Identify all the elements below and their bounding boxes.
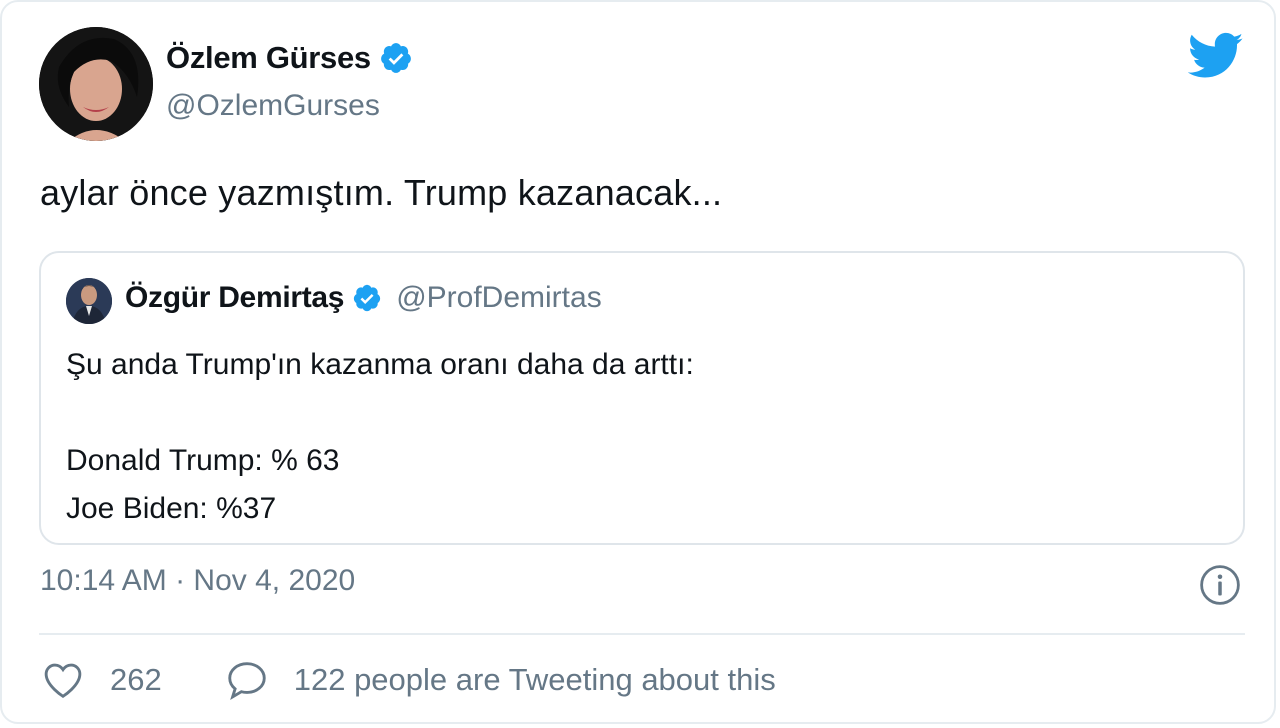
quoted-tweet[interactable]: Özgür Demirtaş @ProfDemirtas Şu anda Tru…: [39, 251, 1245, 545]
tweet-card: Özlem Gürses @OzlemGurses aylar önce yaz…: [0, 0, 1276, 724]
author-name-text[interactable]: Özlem Gürses: [166, 40, 371, 76]
like-action[interactable]: 262: [40, 657, 162, 703]
quoted-author-handle[interactable]: @ProfDemirtas: [396, 281, 602, 315]
quoted-tweet-header: Özgür Demirtaş @ProfDemirtas: [125, 281, 602, 315]
divider: [39, 633, 1245, 635]
heart-icon[interactable]: [40, 657, 86, 703]
verified-badge-icon: [354, 284, 381, 312]
quoted-author-name[interactable]: Özgür Demirtaş: [125, 281, 345, 315]
author-handle[interactable]: @OzlemGurses: [166, 89, 380, 123]
speech-bubble-icon[interactable]: [224, 657, 270, 703]
quoted-author-avatar[interactable]: [66, 278, 112, 324]
engagement-bar: 262 122 people are Tweeting about this: [40, 657, 776, 703]
info-icon[interactable]: [1199, 564, 1241, 606]
verified-badge-icon: [381, 43, 411, 73]
twitter-bird-icon[interactable]: [1188, 32, 1244, 80]
tweet-timestamp[interactable]: 10:14 AM · Nov 4, 2020: [40, 564, 355, 598]
author-avatar[interactable]: [39, 27, 153, 141]
tweeting-about-text[interactable]: 122 people are Tweeting about this: [294, 662, 776, 698]
author-name[interactable]: Özlem Gürses: [166, 40, 413, 76]
quoted-tweet-body: Şu anda Trump'ın kazanma oranı daha da a…: [66, 348, 694, 525]
like-count: 262: [110, 662, 162, 697]
tweeting-about-action[interactable]: 122 people are Tweeting about this: [224, 657, 776, 703]
tweet-text: aylar önce yazmıştım. Trump kazanacak...: [40, 172, 723, 213]
